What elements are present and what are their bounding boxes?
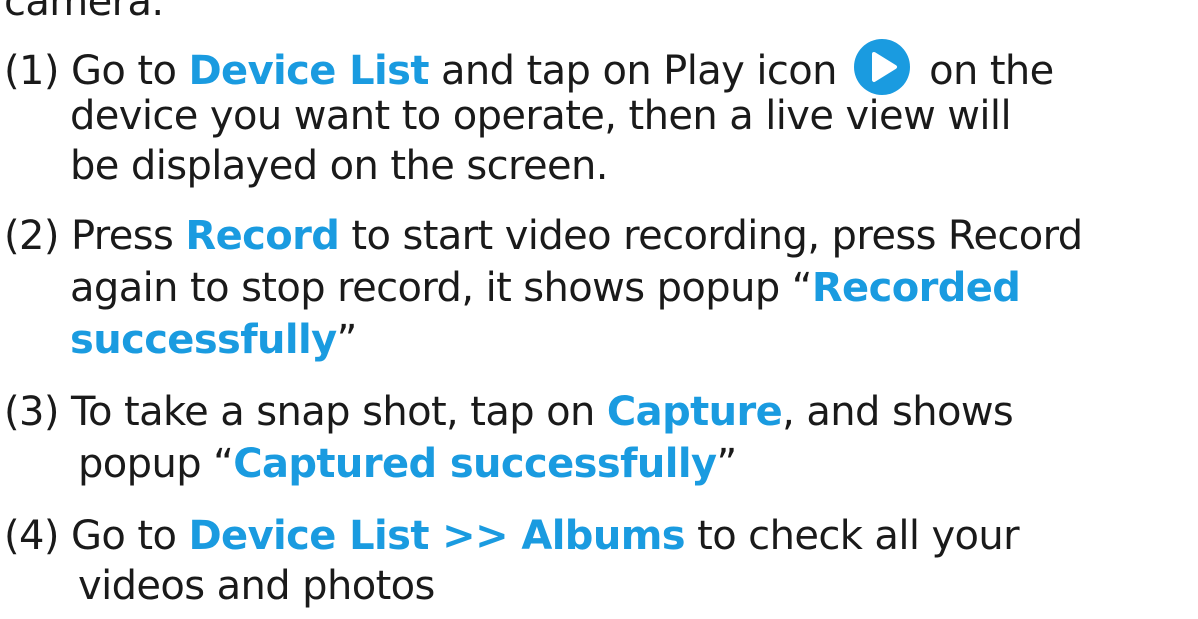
recorded-highlight: Recorded: [811, 265, 1021, 311]
captured-successfully-highlight: Captured successfully: [233, 441, 717, 487]
step-2-line-3: successfully”: [70, 317, 357, 363]
step-4-line-2: videos and photos: [78, 563, 435, 609]
step-4-line-1: (4) Go to Device List >> Albums to check…: [4, 513, 1020, 559]
capture-highlight: Capture: [606, 389, 783, 435]
successfully-highlight: successfully: [70, 317, 337, 363]
step-2-line-2: again to stop record, it shows popup “Re…: [70, 265, 1021, 311]
step-3-line-2: popup “Captured successfully”: [78, 441, 737, 487]
step-2-line-1: (2) Press Record to start video recordin…: [4, 213, 1083, 259]
step-1-line-3: be displayed on the screen.: [70, 143, 608, 189]
step-1-line-2: device you want to operate, then a live …: [70, 93, 1012, 139]
step-3-line-1: (3) To take a snap shot, tap on Capture,…: [4, 389, 1014, 435]
record-highlight: Record: [185, 213, 340, 259]
device-list-albums-highlight: Device List >> Albums: [188, 513, 685, 559]
play-circle-icon: [853, 39, 910, 95]
step-1-line-1: (1) Go to Device List and tap on Play ic…: [4, 38, 1054, 96]
device-list-highlight: Device List: [188, 48, 429, 94]
intro-text: camera.: [4, 0, 164, 25]
